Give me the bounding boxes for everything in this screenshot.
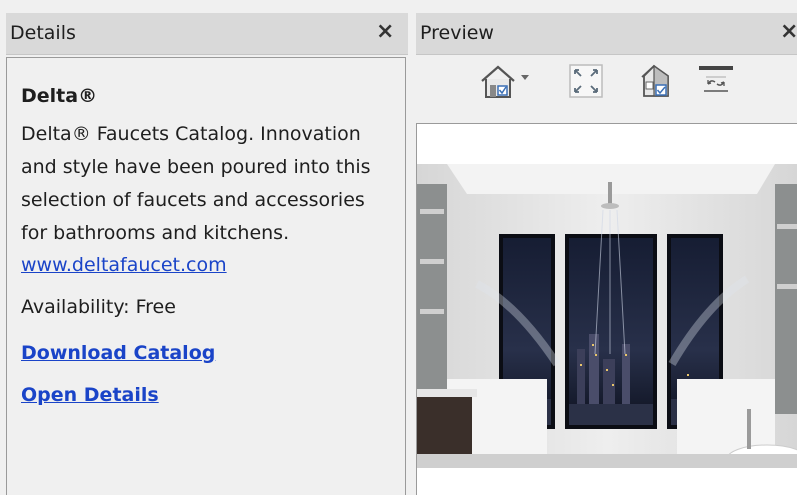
rotate-icon bbox=[699, 66, 733, 92]
details-close-button[interactable]: × bbox=[376, 19, 394, 45]
details-header: Details × bbox=[6, 13, 408, 55]
preview-title: Preview bbox=[420, 22, 494, 44]
open-details-link[interactable]: Open Details bbox=[21, 380, 391, 410]
preview-toolbar bbox=[416, 55, 797, 123]
bathroom-preview-image bbox=[417, 164, 797, 468]
download-catalog-link[interactable]: Download Catalog bbox=[21, 338, 391, 368]
3d-view-icon bbox=[641, 64, 669, 97]
fit-view-icon bbox=[569, 64, 603, 98]
details-body: Delta® Delta® Faucets Catalog. Innovatio… bbox=[6, 57, 406, 495]
preview-pane: Preview × bbox=[416, 13, 797, 495]
website-link[interactable]: www.deltafaucet.com bbox=[21, 250, 227, 280]
product-title: Delta® bbox=[21, 85, 98, 107]
preview-close-button[interactable]: × bbox=[780, 19, 797, 45]
rotate-button[interactable] bbox=[696, 63, 736, 99]
preview-header: Preview × bbox=[416, 13, 797, 55]
library-browser-window: Details × Delta® Delta® Faucets Catalog.… bbox=[0, 0, 797, 495]
3d-view-button[interactable] bbox=[638, 63, 674, 99]
home-view-button[interactable] bbox=[478, 63, 534, 99]
product-description: Delta® Faucets Catalog. Innovation and s… bbox=[21, 123, 371, 244]
home-view-icon bbox=[481, 65, 529, 98]
details-pane: Details × Delta® Delta® Faucets Catalog.… bbox=[6, 13, 408, 495]
preview-frame bbox=[416, 123, 797, 495]
fit-view-button[interactable] bbox=[568, 63, 604, 99]
details-title: Details bbox=[10, 22, 76, 44]
availability-text: Availability: Free bbox=[21, 296, 176, 318]
